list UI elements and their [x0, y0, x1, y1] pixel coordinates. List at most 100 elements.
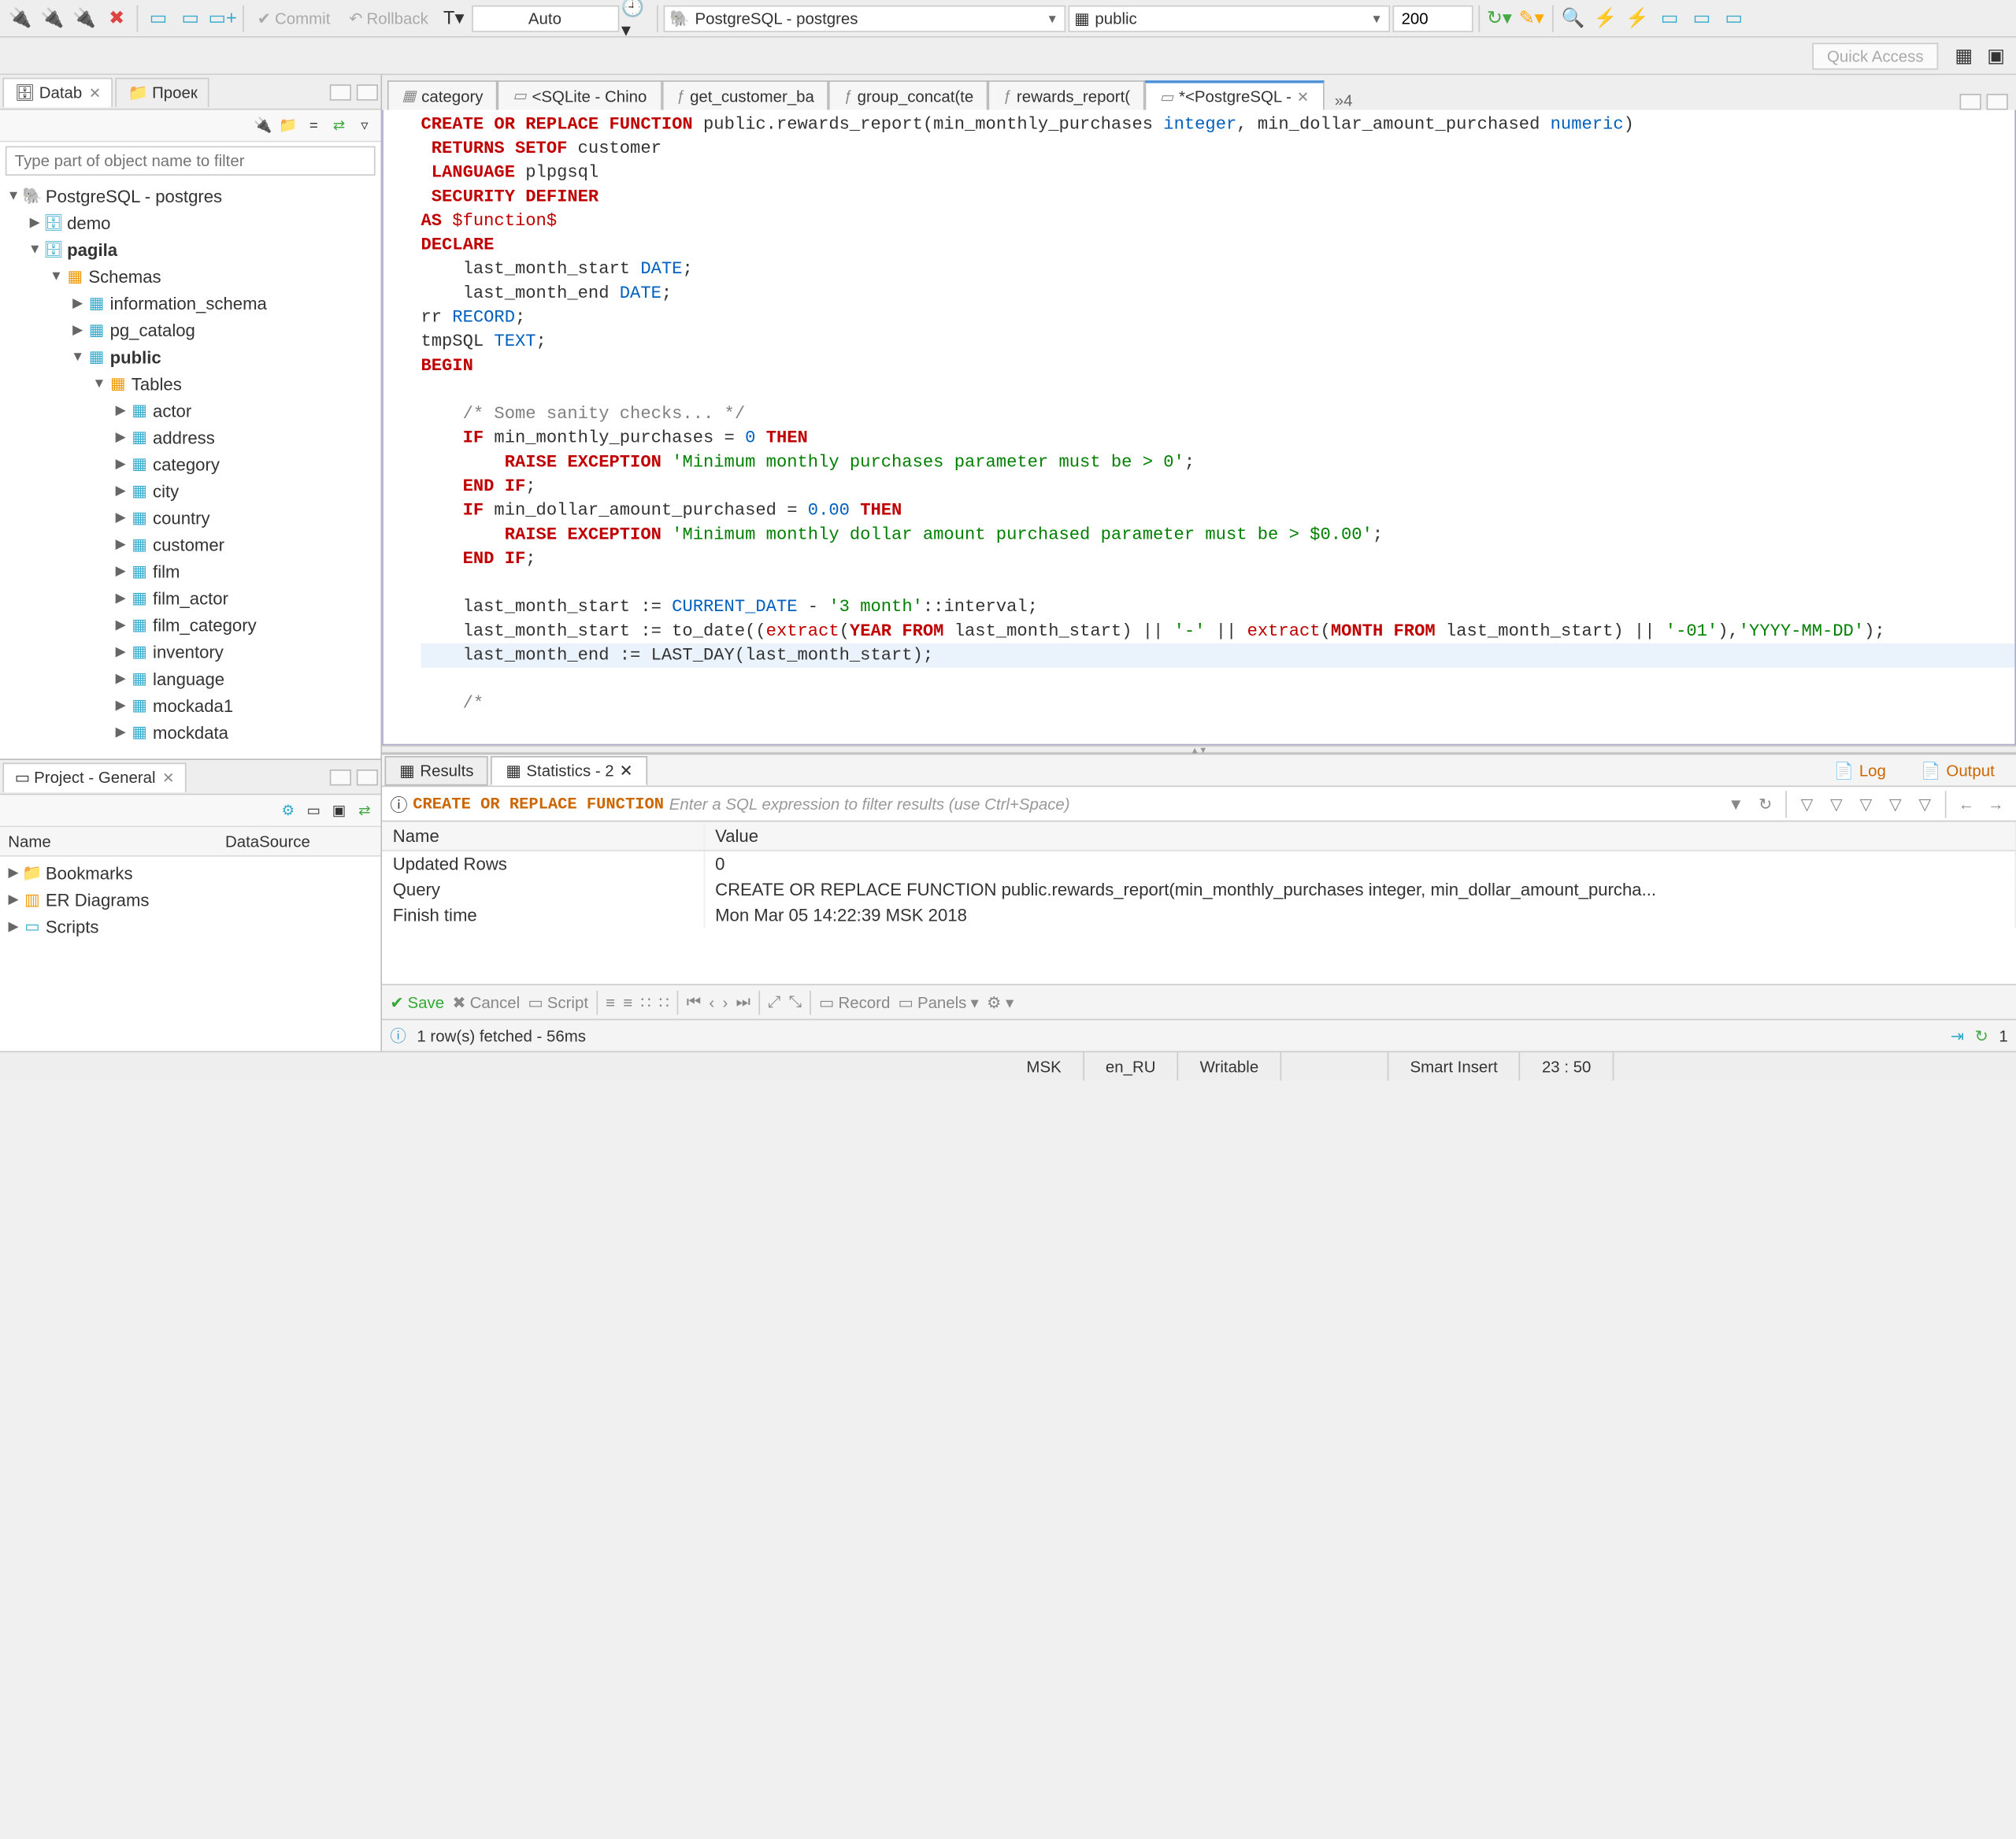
tab-projects[interactable]: 📁Проек	[116, 77, 209, 106]
tree-node-table[interactable]: ▶▦film	[0, 558, 380, 584]
maximize-icon[interactable]	[357, 83, 378, 99]
first-page-icon[interactable]: ⏮	[687, 992, 701, 1013]
disconnect-all-icon[interactable]: ✖	[102, 3, 131, 32]
dropdown-mini-icon[interactable]: ▿	[354, 115, 375, 136]
filter-icon[interactable]: ▽	[1883, 792, 1907, 816]
record-button[interactable]: ▭ Record	[819, 992, 890, 1011]
arrows-mini-icon[interactable]: ⇄	[328, 115, 350, 136]
explain-plan-icon[interactable]: ▭	[1687, 3, 1716, 32]
edit-mode2-icon[interactable]: ≡	[623, 992, 632, 1011]
sql-editor-icon[interactable]: ▭	[143, 3, 172, 32]
log-button[interactable]: 📄Log	[1821, 755, 1899, 784]
editor-tab[interactable]: ▭<SQLite - Chino	[498, 80, 662, 109]
collapse-icon[interactable]: ▭	[303, 799, 324, 821]
table-row[interactable]: Finish timeMon Mar 05 14:22:39 MSK 2018	[382, 903, 2015, 928]
connection-combo[interactable]: 🐘PostgreSQL - postgres▼	[663, 5, 1065, 32]
tab-results[interactable]: ▦Results	[385, 755, 489, 784]
table-row[interactable]: Updated Rows0	[382, 851, 2015, 877]
zoom-in-icon[interactable]: ⤢	[768, 992, 780, 1013]
rollback-button[interactable]: ↶Rollback	[341, 6, 436, 31]
tab-database-navigator[interactable]: 🗄Datab✕	[2, 77, 113, 106]
tree-node-table[interactable]: ▶▦film_actor	[0, 584, 380, 611]
gear-icon[interactable]: ⚙ ▾	[987, 992, 1014, 1011]
filter-apply-icon[interactable]: ↻	[1753, 792, 1777, 816]
tree-node-schemas[interactable]: ▼▦Schemas	[0, 263, 380, 290]
editor-tab-active[interactable]: ▭*<PostgreSQL - ✕	[1145, 80, 1324, 109]
tree-node-table[interactable]: ▶▦address	[0, 424, 380, 450]
tree-node-table[interactable]: ▶▦city	[0, 477, 380, 504]
history-icon[interactable]: 🕘▾	[621, 3, 650, 32]
explain-icon[interactable]: ▭	[1655, 3, 1684, 32]
folder-mini-icon[interactable]: 📁	[277, 115, 298, 136]
zoom-out-icon[interactable]: ⤡	[789, 992, 802, 1013]
cancel-button[interactable]: ✖ Cancel	[452, 992, 520, 1011]
maximize-icon[interactable]	[357, 769, 378, 784]
tab-project-general[interactable]: ▭Project - General✕	[2, 762, 187, 792]
stop-icon[interactable]: ✎▾	[1517, 3, 1546, 32]
autocommit-combo[interactable]: Auto	[471, 5, 618, 32]
tree-node-table[interactable]: ▶▦mockada1	[0, 691, 380, 718]
execute-flash-icon[interactable]: ⚡	[1591, 3, 1620, 32]
next-page-icon[interactable]: ›	[722, 992, 728, 1011]
tree-node-database[interactable]: ▼🗄pagila	[0, 236, 380, 263]
edit-mode3-icon[interactable]: ∷	[640, 992, 650, 1011]
close-icon[interactable]: ✕	[162, 769, 175, 786]
new-connection-icon[interactable]: 🔌	[6, 3, 35, 32]
tree-node-table[interactable]: ▶▦country	[0, 504, 380, 531]
tree-node-table[interactable]: ▶▦mockdata	[0, 718, 380, 745]
resize-handle[interactable]: ▴ ▾	[382, 745, 2016, 753]
search-icon[interactable]: 🔍	[1558, 3, 1588, 32]
filter-hint[interactable]: Enter a SQL expression to filter results…	[669, 795, 1718, 814]
tree-node-table[interactable]: ▶▦customer	[0, 531, 380, 558]
quick-access-button[interactable]: Quick Access	[1812, 43, 1938, 69]
expand-icon[interactable]: ▣	[328, 799, 350, 821]
script-button[interactable]: ▭ Script	[528, 992, 588, 1011]
tree-node-table[interactable]: ▶▦actor	[0, 397, 380, 424]
tree-node-tables[interactable]: ▼▦Tables	[0, 370, 380, 397]
editor-tab[interactable]: ƒgroup_concat(te	[829, 80, 988, 109]
commit-button[interactable]: ✔Commit	[250, 6, 339, 31]
refresh-icon[interactable]: ↻	[1975, 1026, 1988, 1045]
perspective-other-icon[interactable]: ▣	[1981, 41, 2010, 70]
results-table[interactable]: NameValue Updated Rows0 QueryCREATE OR R…	[382, 821, 2016, 984]
more-tabs-button[interactable]: »4	[1324, 91, 1363, 110]
tree-node-schema[interactable]: ▶▦pg_catalog	[0, 317, 380, 343]
sort-icon[interactable]: ▽	[1795, 792, 1819, 816]
prev-page-icon[interactable]: ‹	[709, 992, 714, 1011]
editor-tab[interactable]: ƒrewards_report(	[988, 80, 1145, 109]
filter-clear-icon[interactable]: ▽	[1913, 792, 1937, 816]
refresh-icon[interactable]: ↻▾	[1484, 3, 1514, 32]
perspective-dbeaver-icon[interactable]: ▦	[1949, 41, 1978, 70]
database-tree[interactable]: ▼🐘PostgreSQL - postgres ▶🗄demo ▼🗄pagila …	[0, 180, 380, 758]
nav-fwd-icon[interactable]: →	[1984, 792, 2008, 816]
nav-back-icon[interactable]: ←	[1955, 792, 1979, 816]
sort-desc-icon[interactable]: ▽	[1854, 792, 1878, 816]
maximize-icon[interactable]	[1987, 94, 2008, 109]
minimize-icon[interactable]	[330, 83, 351, 99]
new-sql-icon[interactable]: ▭+	[208, 3, 237, 32]
tree-filter-input[interactable]	[6, 146, 376, 176]
gear-icon[interactable]: ⚙	[277, 799, 298, 821]
tree-node-database[interactable]: ▶🗄demo	[0, 209, 380, 236]
schema-combo[interactable]: ▦public▼	[1068, 5, 1390, 32]
connect-icon[interactable]: 🔌	[38, 3, 67, 32]
project-tree[interactable]: ▶📁Bookmarks ▶▥ER Diagrams ▶▭Scripts	[0, 857, 380, 1051]
tree-node-table[interactable]: ▶▦inventory	[0, 638, 380, 665]
recent-sql-icon[interactable]: ▭	[176, 3, 205, 32]
equals-mini-icon[interactable]: =	[303, 115, 324, 136]
tx-mode-icon[interactable]: T▾	[439, 3, 468, 32]
tree-node-schema[interactable]: ▼▦public	[0, 343, 380, 370]
tree-node-schema[interactable]: ▶▦information_schema	[0, 290, 380, 317]
execute-new-tab-icon[interactable]: ⚡	[1622, 3, 1651, 32]
close-icon[interactable]: ✕	[619, 761, 632, 780]
refresh-icon[interactable]: ⇄	[354, 799, 375, 821]
connect-mini-icon[interactable]: 🔌	[252, 115, 273, 136]
table-row[interactable]: QueryCREATE OR REPLACE FUNCTION public.r…	[382, 877, 2015, 902]
editor-tab[interactable]: ▦category	[387, 80, 498, 109]
last-page-icon[interactable]: ⏭	[736, 992, 750, 1013]
sql-editor[interactable]: CREATE OR REPLACE FUNCTION public.reward…	[382, 110, 2016, 746]
edit-mode4-icon[interactable]: ∷	[659, 992, 669, 1011]
panels-button[interactable]: ▭ Panels ▾	[899, 992, 979, 1011]
close-icon[interactable]: ✕	[89, 83, 102, 101]
export-icon[interactable]: ⇥	[1951, 1026, 1964, 1045]
